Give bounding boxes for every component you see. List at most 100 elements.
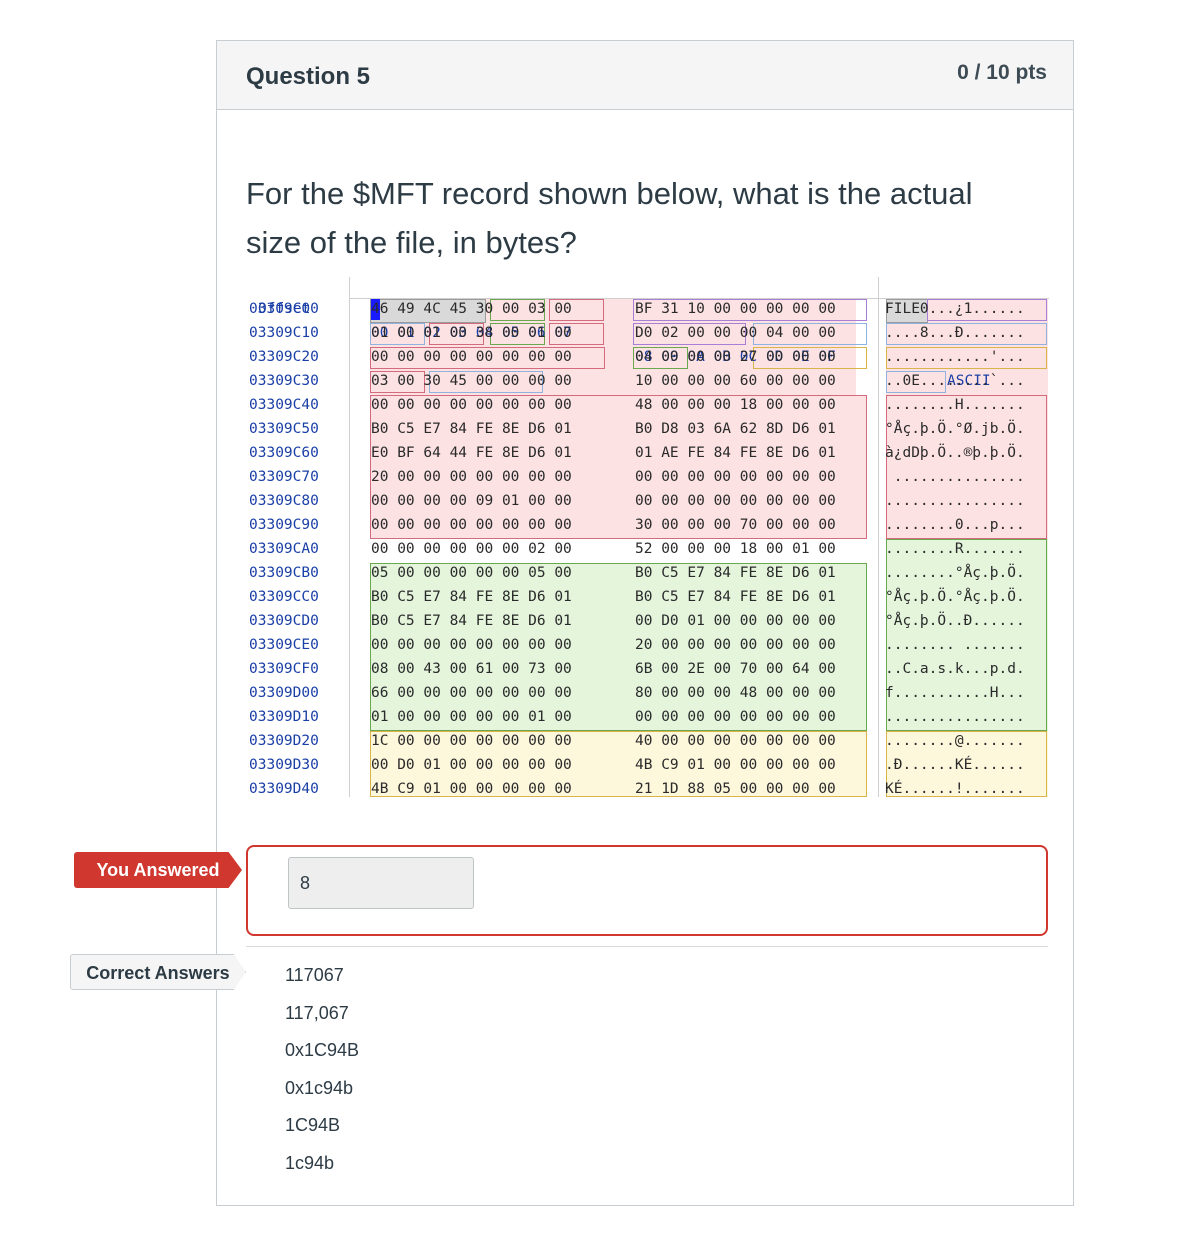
hex-row: 03309C20 00 00 00 00 00 00 00 00 04 00 00 … bbox=[249, 345, 1049, 369]
hex-offset: 03309C90 bbox=[249, 517, 319, 533]
hex-ascii: °Åç.þ.Ö.°Ø.jb.Ö. bbox=[885, 421, 1025, 437]
hex-bytes-low: 01 00 01 00 38 00 01 00 bbox=[371, 325, 572, 341]
hex-bytes-high: BF 31 10 00 00 00 00 00 bbox=[635, 301, 836, 317]
hex-bytes-high: 20 00 00 00 00 00 00 00 bbox=[635, 637, 836, 653]
hex-ascii: °Åç.þ.Ö.°Åç.þ.Ö. bbox=[885, 589, 1025, 605]
hex-bytes-low: 00 00 00 00 00 00 02 00 bbox=[371, 541, 572, 557]
hex-offset: 03309CE0 bbox=[249, 637, 319, 653]
hex-bytes-high: B0 D8 03 6A 62 8D D6 01 bbox=[635, 421, 836, 437]
hex-bytes-low: 20 00 00 00 00 00 00 00 bbox=[371, 469, 572, 485]
you-answered-tag: You Answered bbox=[74, 852, 242, 888]
hex-ascii: ........R....... bbox=[885, 541, 1025, 557]
hex-row: 03309C60 E0 BF 64 44 FE 8E D6 01 01 AE FE … bbox=[249, 441, 1049, 465]
hex-bytes-low: 4B C9 01 00 00 00 00 00 bbox=[371, 781, 572, 797]
hex-offset: 03309C80 bbox=[249, 493, 319, 509]
hex-offset: 03309CA0 bbox=[249, 541, 319, 557]
your-answer-box: 8 bbox=[246, 845, 1048, 936]
hex-bytes-low: 46 49 4C 45 30 00 03 00 bbox=[371, 301, 572, 317]
hex-offset: 03309C00 bbox=[249, 301, 319, 317]
hex-ascii: FILE0...¿1...... bbox=[885, 301, 1025, 317]
hex-offset: 03309CC0 bbox=[249, 589, 319, 605]
hex-bytes-high: 00 00 00 00 00 00 00 00 bbox=[635, 469, 836, 485]
hex-offset: 03309C30 bbox=[249, 373, 319, 389]
hex-bytes-low: 00 00 00 00 00 00 00 00 bbox=[371, 349, 572, 365]
hex-ascii: à¿dDþ.Ö..®þ.þ.Ö. bbox=[885, 445, 1025, 461]
hex-bytes-high: 10 00 00 00 60 00 00 00 bbox=[635, 373, 836, 389]
hex-row: 03309C00 46 49 4C 45 30 00 03 00 BF 31 10 … bbox=[249, 297, 1049, 321]
hex-ascii: ........@....... bbox=[885, 733, 1025, 749]
hex-bytes-low: B0 C5 E7 84 FE 8E D6 01 bbox=[371, 613, 572, 629]
hex-bytes-high: 80 00 00 00 48 00 00 00 bbox=[635, 685, 836, 701]
hex-ascii: ..0E........`... bbox=[885, 373, 1025, 389]
hex-bytes-low: 00 00 00 00 09 01 00 00 bbox=[371, 493, 572, 509]
hex-ascii: ........ ....... bbox=[885, 637, 1025, 653]
hex-bytes-high: B0 C5 E7 84 FE 8E D6 01 bbox=[635, 565, 836, 581]
hex-ascii: ....8...Ð....... bbox=[885, 325, 1025, 341]
hex-row: 03309C30 03 00 30 45 00 00 00 00 10 00 00 … bbox=[249, 369, 1049, 393]
hex-row: 03309CE0 00 00 00 00 00 00 00 00 20 00 00 … bbox=[249, 633, 1049, 657]
hex-bytes-low: B0 C5 E7 84 FE 8E D6 01 bbox=[371, 589, 572, 605]
correct-answer: 117,067 bbox=[285, 1002, 349, 1023]
question-points: 0 / 10 pts bbox=[957, 61, 1047, 84]
hex-bytes-low: B0 C5 E7 84 FE 8E D6 01 bbox=[371, 421, 572, 437]
hex-ascii: °Åç.þ.Ö..Ð...... bbox=[885, 613, 1025, 629]
hex-bytes-high: 00 D0 01 00 00 00 00 00 bbox=[635, 613, 836, 629]
hex-ascii: ............... bbox=[885, 469, 1025, 485]
hex-bytes-high: 01 AE FE 84 FE 8E D6 01 bbox=[635, 445, 836, 461]
question-title: Question 5 bbox=[246, 63, 371, 90]
hex-offset: 03309D20 bbox=[249, 733, 319, 749]
hex-row: 03309CF0 08 00 43 00 61 00 73 00 6B 00 2E … bbox=[249, 657, 1049, 681]
hex-row: 03309D20 1C 00 00 00 00 00 00 00 40 00 00 … bbox=[249, 729, 1049, 753]
hex-ascii: ................ bbox=[885, 493, 1025, 509]
hex-row: 03309C40 00 00 00 00 00 00 00 00 48 00 00 … bbox=[249, 393, 1049, 417]
hex-bytes-low: 03 00 30 45 00 00 00 00 bbox=[371, 373, 572, 389]
answer-input[interactable]: 8 bbox=[288, 857, 474, 909]
hex-row: 03309CA0 00 00 00 00 00 00 02 00 52 00 00 … bbox=[249, 537, 1049, 561]
hex-offset: 03309C50 bbox=[249, 421, 319, 437]
hex-bytes-high: 21 1D 88 05 00 00 00 00 bbox=[635, 781, 836, 797]
hex-ascii: ............'... bbox=[885, 349, 1025, 365]
hex-bytes-high: 40 00 00 00 00 00 00 00 bbox=[635, 733, 836, 749]
hex-offset: 03309CB0 bbox=[249, 565, 319, 581]
hex-header-row: Offset 00 01 02 03 04 05 06 07 08 09 0A … bbox=[249, 273, 1049, 389]
hex-offset: 03309C40 bbox=[249, 397, 319, 413]
hex-bytes-high: 00 00 00 00 00 00 00 00 bbox=[635, 493, 836, 509]
hex-ascii: .Ð......KÉ...... bbox=[885, 757, 1025, 773]
hex-row: 03309D00 66 00 00 00 00 00 00 00 80 00 00 … bbox=[249, 681, 1049, 705]
hex-offset: 03309CF0 bbox=[249, 661, 319, 677]
hex-offset: 03309D30 bbox=[249, 757, 319, 773]
hex-row: 03309CB0 05 00 00 00 00 00 05 00 B0 C5 E7 … bbox=[249, 561, 1049, 585]
hex-ascii: f...........H... bbox=[885, 685, 1025, 701]
hex-bytes-high: 04 00 00 00 27 00 00 00 bbox=[635, 349, 836, 365]
hex-ascii: ................ bbox=[885, 709, 1025, 725]
hex-offset: 03309C20 bbox=[249, 349, 319, 365]
hex-row: 03309D10 01 00 00 00 00 00 01 00 00 00 00 … bbox=[249, 705, 1049, 729]
correct-answers-tag: Correct Answers bbox=[70, 954, 246, 990]
correct-answer: 0x1C94B bbox=[285, 1040, 360, 1060]
hex-offset: 03309D10 bbox=[249, 709, 319, 725]
hex-ascii: KÉ......!....... bbox=[885, 781, 1025, 797]
hex-bytes-high: 4B C9 01 00 00 00 00 00 bbox=[635, 757, 836, 773]
hex-bytes-low: E0 BF 64 44 FE 8E D6 01 bbox=[371, 445, 572, 461]
hex-bytes-high: B0 C5 E7 84 FE 8E D6 01 bbox=[635, 589, 836, 605]
correct-answer: 1C94B bbox=[285, 1115, 341, 1135]
hex-offset: 03309C10 bbox=[249, 325, 319, 341]
hex-bytes-low: 1C 00 00 00 00 00 00 00 bbox=[371, 733, 572, 749]
hex-dump-image: Offset 00 01 02 03 04 05 06 07 08 09 0A … bbox=[249, 273, 1049, 797]
hex-bytes-high: D0 02 00 00 00 04 00 00 bbox=[635, 325, 836, 341]
answer-separator bbox=[246, 946, 1048, 947]
hex-bytes-high: 30 00 00 00 70 00 00 00 bbox=[635, 517, 836, 533]
hex-offset: 03309C60 bbox=[249, 445, 319, 461]
hex-bytes-low: 05 00 00 00 00 00 05 00 bbox=[371, 565, 572, 581]
hex-bytes-low: 08 00 43 00 61 00 73 00 bbox=[371, 661, 572, 677]
question-header: Question 5 0 / 10 pts bbox=[217, 41, 1073, 110]
hex-offset: 03309CD0 bbox=[249, 613, 319, 629]
hex-ascii: ........H....... bbox=[885, 397, 1025, 413]
hex-bytes-low: 00 00 00 00 00 00 00 00 bbox=[371, 517, 572, 533]
hex-row: 03309C50 B0 C5 E7 84 FE 8E D6 01 B0 D8 03 … bbox=[249, 417, 1049, 441]
hex-bytes-low: 00 00 00 00 00 00 00 00 bbox=[371, 637, 572, 653]
hex-ascii: ..C.a.s.k...p.d. bbox=[885, 661, 1025, 677]
hex-row: 03309CD0 B0 C5 E7 84 FE 8E D6 01 00 D0 01 … bbox=[249, 609, 1049, 633]
hex-bytes-low: 66 00 00 00 00 00 00 00 bbox=[371, 685, 572, 701]
hex-offset: 03309C70 bbox=[249, 469, 319, 485]
